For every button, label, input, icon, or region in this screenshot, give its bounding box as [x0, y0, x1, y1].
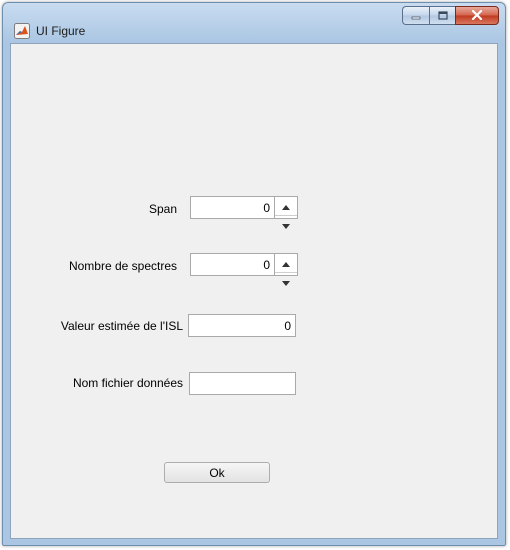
window-controls — [402, 6, 499, 26]
maximize-button[interactable] — [429, 6, 455, 25]
span-spin-buttons — [274, 196, 298, 229]
chevron-up-icon — [282, 254, 290, 272]
span-spinner[interactable] — [190, 196, 298, 229]
nom-fichier-input[interactable] — [189, 372, 296, 395]
nombre-spectres-decrement-button[interactable] — [275, 273, 297, 291]
title-bar[interactable]: UI Figure — [3, 3, 505, 43]
span-increment-button[interactable] — [275, 197, 297, 216]
nombre-spectres-input[interactable] — [190, 253, 274, 276]
minimize-icon — [411, 7, 421, 25]
chevron-up-icon — [282, 197, 290, 215]
nombre-spectres-spinner[interactable] — [190, 253, 298, 286]
window-title: UI Figure — [36, 24, 86, 38]
ok-button[interactable]: Ok — [164, 462, 270, 483]
nombre-spectres-spin-buttons — [274, 253, 298, 286]
close-icon — [471, 7, 483, 25]
valeur-isl-label: Valeur estimée de l'ISL — [60, 319, 183, 333]
nombre-spectres-label: Nombre de spectres — [68, 259, 177, 273]
figure-content: Span Nombre de spectres — [10, 43, 498, 539]
maximize-icon — [437, 7, 448, 25]
minimize-button[interactable] — [402, 6, 429, 25]
nom-fichier-label: Nom fichier données — [72, 376, 183, 390]
chevron-down-icon — [282, 216, 290, 234]
chevron-down-icon — [282, 273, 290, 291]
span-input[interactable] — [190, 196, 274, 219]
span-decrement-button[interactable] — [275, 216, 297, 234]
valeur-isl-input[interactable] — [188, 314, 296, 337]
matlab-icon — [14, 23, 30, 39]
close-button[interactable] — [455, 6, 499, 25]
app-window: UI Figure Span 0 Nombre de spectres 0 Va… — [2, 2, 506, 546]
nombre-spectres-increment-button[interactable] — [275, 254, 297, 273]
span-label: Span — [148, 202, 177, 216]
